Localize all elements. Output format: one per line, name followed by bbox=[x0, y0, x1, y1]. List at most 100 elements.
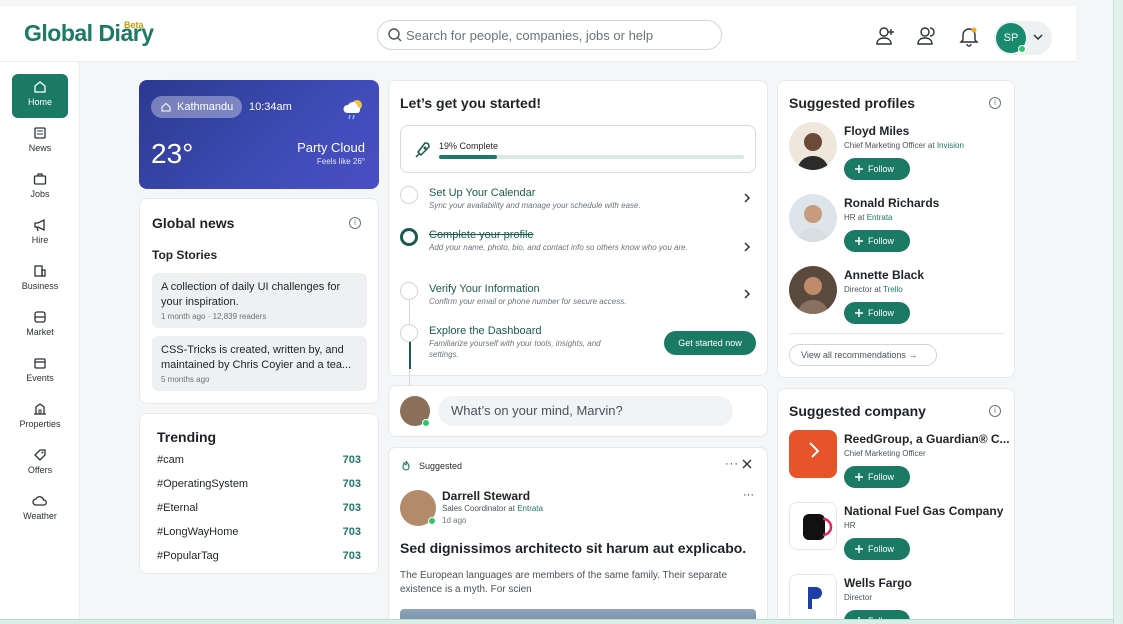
progress-fill bbox=[439, 155, 497, 159]
trending-row[interactable]: #LongWayHome 703 bbox=[157, 526, 361, 542]
author-name[interactable]: Darrell Steward bbox=[442, 489, 530, 503]
profile-name[interactable]: Floyd Miles bbox=[844, 124, 909, 138]
onboarding-step[interactable]: Explore the Dashboard Familiarize yourse… bbox=[400, 324, 630, 364]
post-headline: Sed dignissimos architecto sit harum aut… bbox=[400, 540, 747, 556]
step-indicator bbox=[400, 324, 418, 342]
onboarding-step[interactable]: Verify Your Information Confirm your ema… bbox=[400, 282, 756, 314]
post-composer: What’s on your mind, Marvin? bbox=[388, 385, 768, 437]
sidebar-item-home[interactable]: Home bbox=[12, 74, 68, 118]
person-photo-icon bbox=[789, 122, 837, 170]
sidebar-item-events[interactable]: Events bbox=[12, 350, 68, 394]
story-title: A collection of daily UI challenges for … bbox=[161, 281, 341, 308]
follow-label: Follow bbox=[868, 472, 895, 482]
news-story[interactable]: CSS-Tricks is created, written by, and m… bbox=[152, 336, 367, 391]
trending-row[interactable]: #PopularTag 703 bbox=[157, 550, 361, 566]
step-description: Confirm your email or phone number for s… bbox=[429, 297, 627, 306]
follow-button[interactable]: Follow bbox=[844, 538, 910, 560]
profile-avatar[interactable] bbox=[789, 194, 837, 242]
home-icon bbox=[161, 102, 171, 112]
sidebar-item-label: Properties bbox=[19, 419, 61, 429]
chevron-right-icon[interactable] bbox=[742, 288, 752, 300]
sidebar-item-weather[interactable]: Weather bbox=[12, 488, 68, 532]
chevron-right-icon[interactable] bbox=[742, 241, 752, 253]
company-logo[interactable] bbox=[789, 502, 837, 550]
post-image[interactable] bbox=[400, 609, 756, 619]
sidebar-item-offers[interactable]: Offers bbox=[12, 442, 68, 486]
trending-tag: #LongWayHome bbox=[157, 526, 239, 538]
properties-icon bbox=[34, 403, 46, 415]
notification-bell-icon[interactable] bbox=[958, 25, 980, 47]
trending-row[interactable]: #Eternal 703 bbox=[157, 502, 361, 518]
company-logo[interactable] bbox=[789, 574, 837, 619]
cloud-icon bbox=[32, 496, 47, 506]
profile-menu-button[interactable]: SP bbox=[994, 21, 1052, 55]
step-indicator-current bbox=[400, 228, 418, 246]
sidebar-item-hire[interactable]: Hire bbox=[12, 212, 68, 256]
post-more-icon[interactable]: ··· bbox=[743, 489, 754, 501]
sidebar-item-properties[interactable]: Properties bbox=[12, 396, 68, 440]
reedgroup-logo-icon bbox=[809, 442, 820, 458]
author-title: Sales Coordinator bbox=[442, 504, 507, 513]
sidebar-item-label: Events bbox=[26, 373, 54, 383]
plus-icon bbox=[858, 617, 860, 619]
close-icon[interactable] bbox=[741, 458, 753, 470]
company-name[interactable]: ReedGroup, a Guardian® C... bbox=[844, 432, 1010, 446]
location-pill[interactable]: Kathmandu bbox=[151, 96, 242, 118]
follow-button[interactable]: Follow bbox=[844, 230, 910, 252]
trending-count: 703 bbox=[342, 550, 361, 562]
add-user-icon[interactable] bbox=[874, 25, 896, 47]
profile-company[interactable]: Trello bbox=[883, 285, 903, 294]
view-all-recommendations-button[interactable]: View all recommendations → bbox=[789, 344, 937, 366]
company-role: HR bbox=[844, 521, 856, 530]
profile-avatar[interactable] bbox=[789, 266, 837, 314]
sidebar-item-news[interactable]: News bbox=[12, 120, 68, 164]
news-story[interactable]: A collection of daily UI challenges for … bbox=[152, 273, 367, 328]
sidebar-item-market[interactable]: Market bbox=[12, 304, 68, 348]
company-role: Chief Marketing Officer bbox=[844, 449, 926, 458]
suggested-profiles-card: Suggested profiles i Floyd Miles Chief M… bbox=[777, 80, 1015, 378]
sidebar-item-business[interactable]: Business bbox=[12, 258, 68, 302]
company-name[interactable]: Wells Fargo bbox=[844, 576, 912, 590]
profile-avatar[interactable] bbox=[789, 122, 837, 170]
profile-company[interactable]: Entrata bbox=[867, 213, 893, 222]
wells-fargo-logo-icon bbox=[808, 587, 822, 609]
follow-button[interactable]: Follow bbox=[844, 158, 910, 180]
trending-tag: #OperatingSystem bbox=[157, 478, 249, 490]
profile-name[interactable]: Ronald Richards bbox=[844, 196, 939, 210]
follow-button[interactable]: Follow bbox=[844, 302, 910, 324]
plus-icon bbox=[855, 473, 863, 481]
post-time: 1d ago bbox=[442, 516, 467, 525]
profile-company[interactable]: Invision bbox=[937, 141, 964, 150]
trending-row[interactable]: #OperatingSystem 703 bbox=[157, 478, 361, 494]
sidebar-item-jobs[interactable]: Jobs bbox=[12, 166, 68, 210]
flame-icon bbox=[402, 460, 410, 471]
follow-button[interactable]: Follow bbox=[844, 466, 910, 488]
weather-card[interactable]: Kathmandu 10:34am 23° Party Cloud Feels … bbox=[139, 80, 379, 189]
profile-role: Director at Trello bbox=[844, 285, 903, 294]
onboarding-step[interactable]: Complete your profile Add your name, pho… bbox=[400, 228, 756, 268]
get-started-button[interactable]: Get started now bbox=[664, 331, 756, 355]
follow-button[interactable]: Follow bbox=[844, 610, 910, 619]
national-fuel-logo-icon bbox=[803, 514, 833, 540]
info-icon[interactable]: i bbox=[989, 405, 1001, 417]
chevron-right-icon[interactable] bbox=[742, 192, 752, 204]
search-input[interactable]: Search for people, companies, jobs or he… bbox=[377, 20, 722, 50]
temperature: 23° bbox=[151, 138, 194, 169]
step-description: Familiarize yourself with your tools, in… bbox=[429, 339, 601, 359]
company-logo[interactable] bbox=[789, 430, 837, 478]
calendar-icon bbox=[34, 358, 46, 369]
profile-name[interactable]: Annette Black bbox=[844, 268, 924, 282]
location-name: Kathmandu bbox=[177, 101, 234, 113]
step-description: Sync your availability and manage your s… bbox=[429, 201, 641, 210]
company-name[interactable]: National Fuel Gas Company bbox=[844, 504, 1003, 518]
onboarding-step[interactable]: Set Up Your Calendar Sync your availabil… bbox=[400, 186, 756, 222]
people-icon[interactable] bbox=[916, 25, 938, 47]
more-options-icon[interactable]: ··· bbox=[725, 458, 739, 470]
profile-title: Chief Marketing Officer bbox=[844, 141, 926, 150]
trending-row[interactable]: #cam 703 bbox=[157, 454, 361, 470]
info-icon[interactable]: i bbox=[989, 97, 1001, 109]
progress-label: 19% Complete bbox=[439, 141, 499, 151]
info-icon[interactable]: i bbox=[349, 217, 361, 229]
post-input[interactable]: What’s on your mind, Marvin? bbox=[438, 396, 733, 426]
author-company[interactable]: Entrata bbox=[517, 504, 543, 513]
